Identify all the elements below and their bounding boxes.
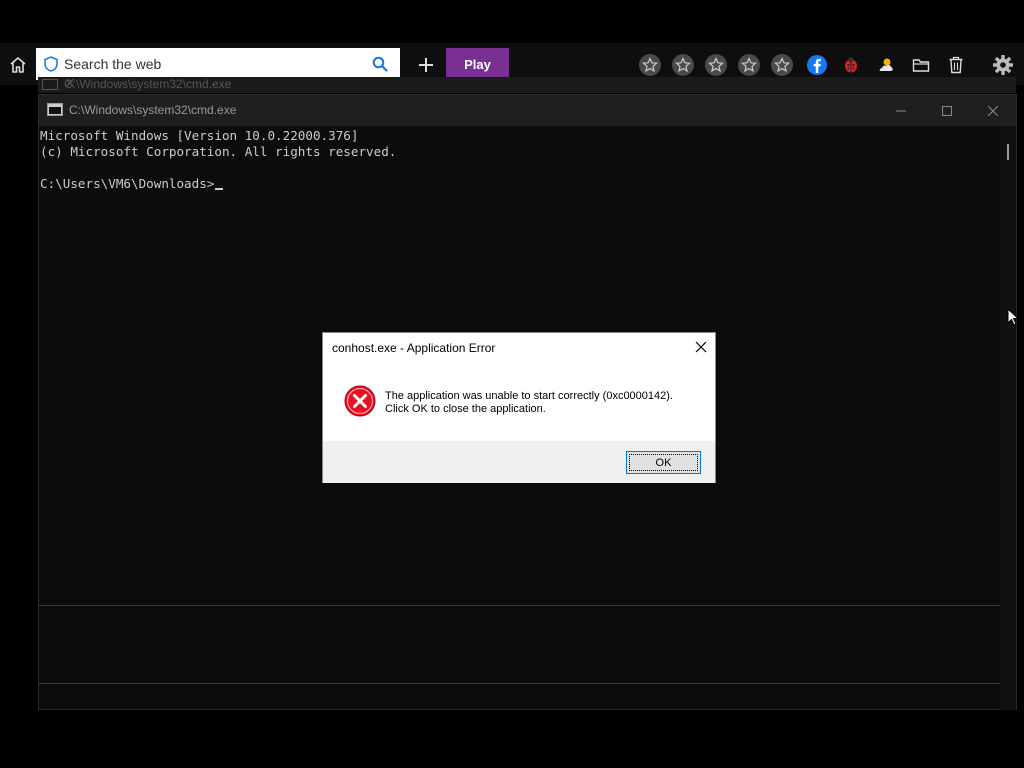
dialog-close-button[interactable] bbox=[691, 337, 711, 357]
maximize-button[interactable] bbox=[924, 95, 970, 126]
weather-icon bbox=[879, 58, 893, 71]
divider bbox=[39, 605, 1002, 606]
dialog-message-line: Click OK to close the application. bbox=[385, 403, 546, 415]
home-icon bbox=[10, 57, 26, 73]
search-icon[interactable] bbox=[372, 56, 388, 72]
maximize-icon bbox=[942, 105, 952, 116]
facebook-icon bbox=[807, 55, 827, 75]
favorite-5-button[interactable] bbox=[769, 52, 795, 78]
star-icon bbox=[771, 54, 793, 76]
close-icon bbox=[988, 105, 998, 116]
console-prompt-line[interactable]: C:\Users\VM6\Downloads> bbox=[40, 176, 1002, 192]
favorite-3-button[interactable] bbox=[703, 52, 729, 78]
dialog-footer: OK bbox=[323, 441, 715, 483]
minimize-icon bbox=[896, 110, 906, 111]
close-icon[interactable]: ✕ bbox=[64, 77, 994, 92]
cmd-titlebar[interactable]: C:\Windows\system32\cmd.exe bbox=[39, 95, 1016, 126]
console-line: (c) Microsoft Corporation. All rights re… bbox=[40, 144, 397, 159]
console-prompt: C:\Users\VM6\Downloads> bbox=[40, 176, 215, 191]
new-tab-button[interactable] bbox=[413, 52, 439, 78]
play-button[interactable]: Play bbox=[446, 48, 509, 80]
home-button[interactable] bbox=[5, 52, 31, 78]
star-icon bbox=[672, 54, 694, 76]
close-button[interactable] bbox=[970, 95, 1016, 126]
console-line: Microsoft Windows [Version 10.0.22000.37… bbox=[40, 128, 359, 143]
search-bar[interactable] bbox=[36, 48, 400, 80]
trash-button[interactable] bbox=[943, 52, 969, 78]
plus-icon bbox=[419, 58, 433, 72]
mouse-cursor-icon bbox=[1007, 308, 1019, 326]
minimize-button[interactable] bbox=[878, 95, 924, 126]
favorite-2-button[interactable] bbox=[670, 52, 696, 78]
dialog-title: conhost.exe - Application Error bbox=[332, 341, 496, 355]
settings-button[interactable] bbox=[990, 52, 1016, 78]
error-dialog[interactable]: conhost.exe - Application Error The appl… bbox=[322, 332, 716, 483]
console-line: ​ bbox=[40, 160, 1002, 176]
dialog-message: The application was unable to start corr… bbox=[385, 390, 673, 416]
folder-icon bbox=[912, 59, 930, 72]
divider bbox=[39, 683, 1002, 684]
ok-button[interactable]: OK bbox=[626, 451, 701, 474]
favorite-4-button[interactable] bbox=[736, 52, 762, 78]
background-cmd-window[interactable]: C:\Windows\system32\cmd.exe ✕ bbox=[38, 77, 1016, 93]
cmd-window-title: C:\Windows\system32\cmd.exe bbox=[69, 103, 237, 117]
star-icon bbox=[738, 54, 760, 76]
star-icon bbox=[705, 54, 727, 76]
cmd-icon bbox=[47, 103, 63, 116]
scrollbar-thumb[interactable] bbox=[1007, 144, 1009, 160]
folder-button[interactable] bbox=[908, 52, 934, 78]
ladybug-icon bbox=[845, 57, 857, 73]
search-input[interactable] bbox=[64, 49, 364, 79]
star-icon bbox=[639, 54, 661, 76]
cmd-icon bbox=[42, 79, 58, 90]
weather-button[interactable] bbox=[873, 52, 899, 78]
facebook-button[interactable] bbox=[804, 52, 830, 78]
favorite-1-button[interactable] bbox=[637, 52, 663, 78]
dialog-message-line: The application was unable to start corr… bbox=[385, 390, 673, 402]
vertical-scrollbar[interactable] bbox=[1000, 126, 1016, 710]
text-cursor bbox=[215, 188, 224, 190]
ladybug-button[interactable] bbox=[838, 52, 864, 78]
gear-icon bbox=[993, 55, 1013, 75]
trash-icon bbox=[949, 56, 963, 74]
shield-icon bbox=[44, 56, 60, 72]
desktop: Play C:\Windows\system32\cmd.exe ✕ bbox=[0, 0, 1024, 768]
error-icon bbox=[344, 385, 376, 417]
close-icon bbox=[695, 341, 707, 353]
